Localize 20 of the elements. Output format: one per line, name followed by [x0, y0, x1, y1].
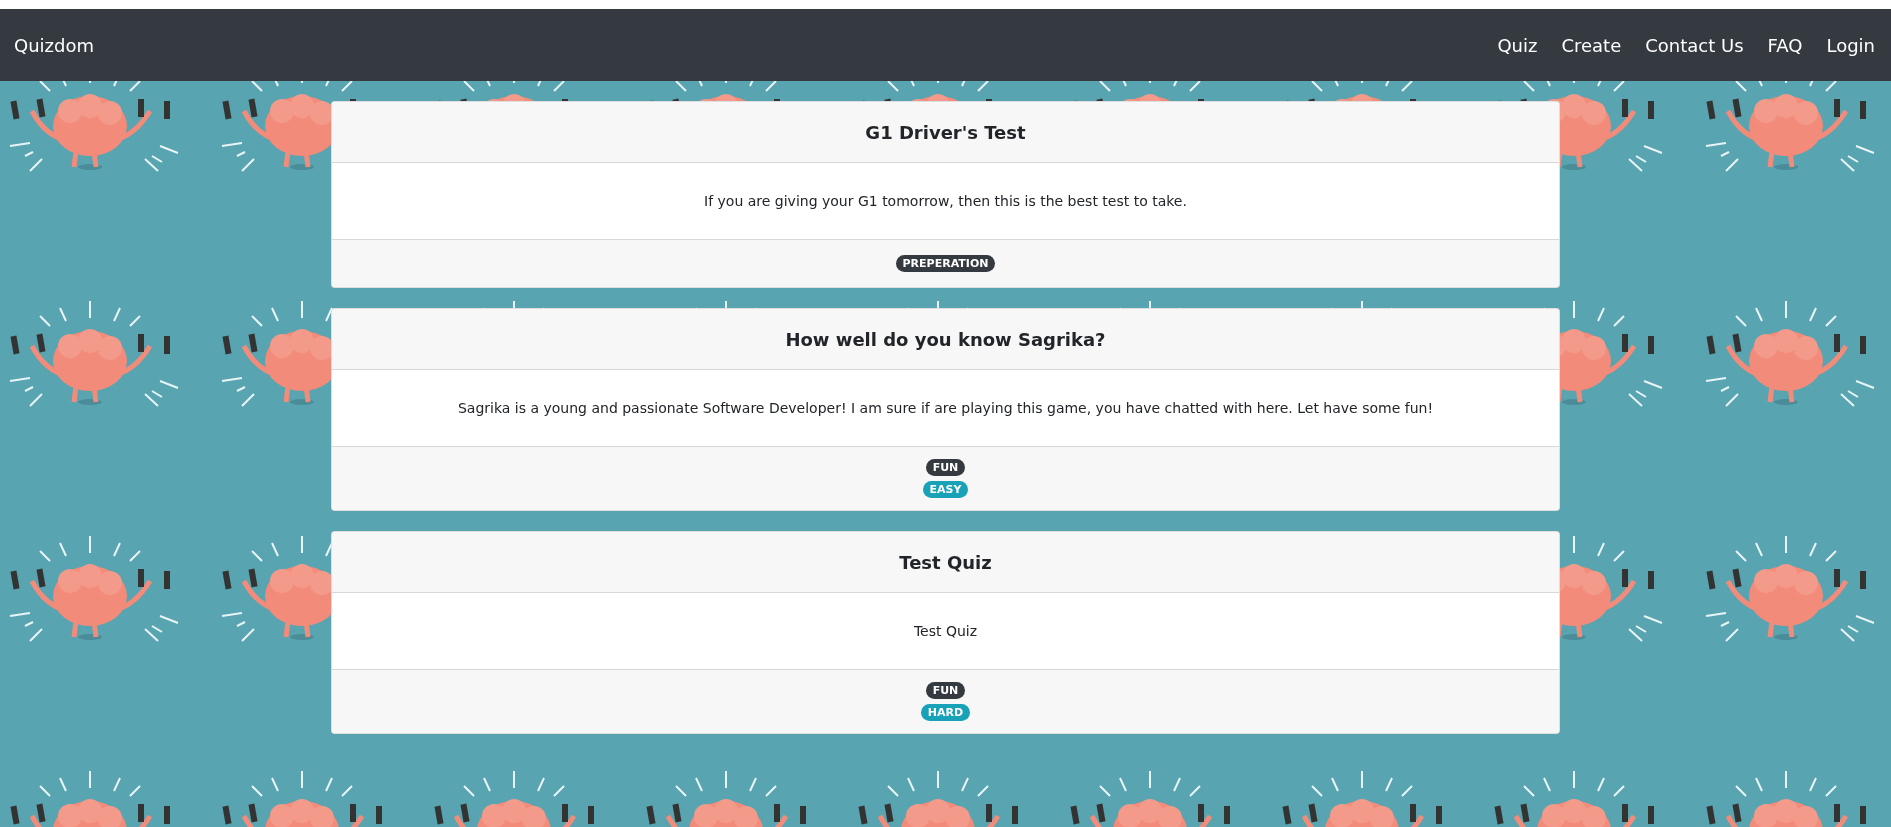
- quiz-description: Test Quiz: [913, 623, 978, 639]
- nav-link[interactable]: Contact Us: [1645, 34, 1744, 56]
- quiz-description: If you are giving your G1 tomorrow, then this is the best test to take.: [704, 193, 1187, 209]
- tag-badge: HARD: [920, 704, 971, 721]
- tag-badge: EASY: [922, 481, 969, 498]
- quiz-card[interactable]: Test Quiz Test Quiz FUN HARD: [331, 531, 1560, 734]
- quiz-card[interactable]: G1 Driver's Test If you are giving your G1 tomorrow, then this is the best test to take. PREPERATION: [331, 101, 1560, 288]
- quiz-card[interactable]: How well do you know Sagrika? Sagrika is a young and passionate Software Developer! I am sure if are playing this game, you have chatted with here. Let have some fun! FUN EASY: [331, 308, 1560, 511]
- quiz-description: Sagrika is a young and passionate Software Developer! I am sure if are playing this game, you have chatted with here. Let have some fun!: [457, 400, 1434, 416]
- nav-link[interactable]: Login: [1826, 34, 1875, 56]
- quiz-title: How well do you know Sagrika?: [785, 328, 1106, 350]
- brand-link[interactable]: Quizdom: [14, 34, 94, 56]
- nav-link[interactable]: Create: [1561, 34, 1622, 56]
- tag-badge: FUN: [925, 459, 966, 476]
- tag-badge: PREPERATION: [895, 255, 996, 272]
- quiz-title: G1 Driver's Test: [865, 121, 1026, 143]
- nav-link[interactable]: FAQ: [1767, 34, 1803, 56]
- tag-badge: FUN: [925, 682, 966, 699]
- nav-link[interactable]: Quiz: [1497, 34, 1538, 56]
- quiz-title: Test Quiz: [899, 551, 992, 573]
